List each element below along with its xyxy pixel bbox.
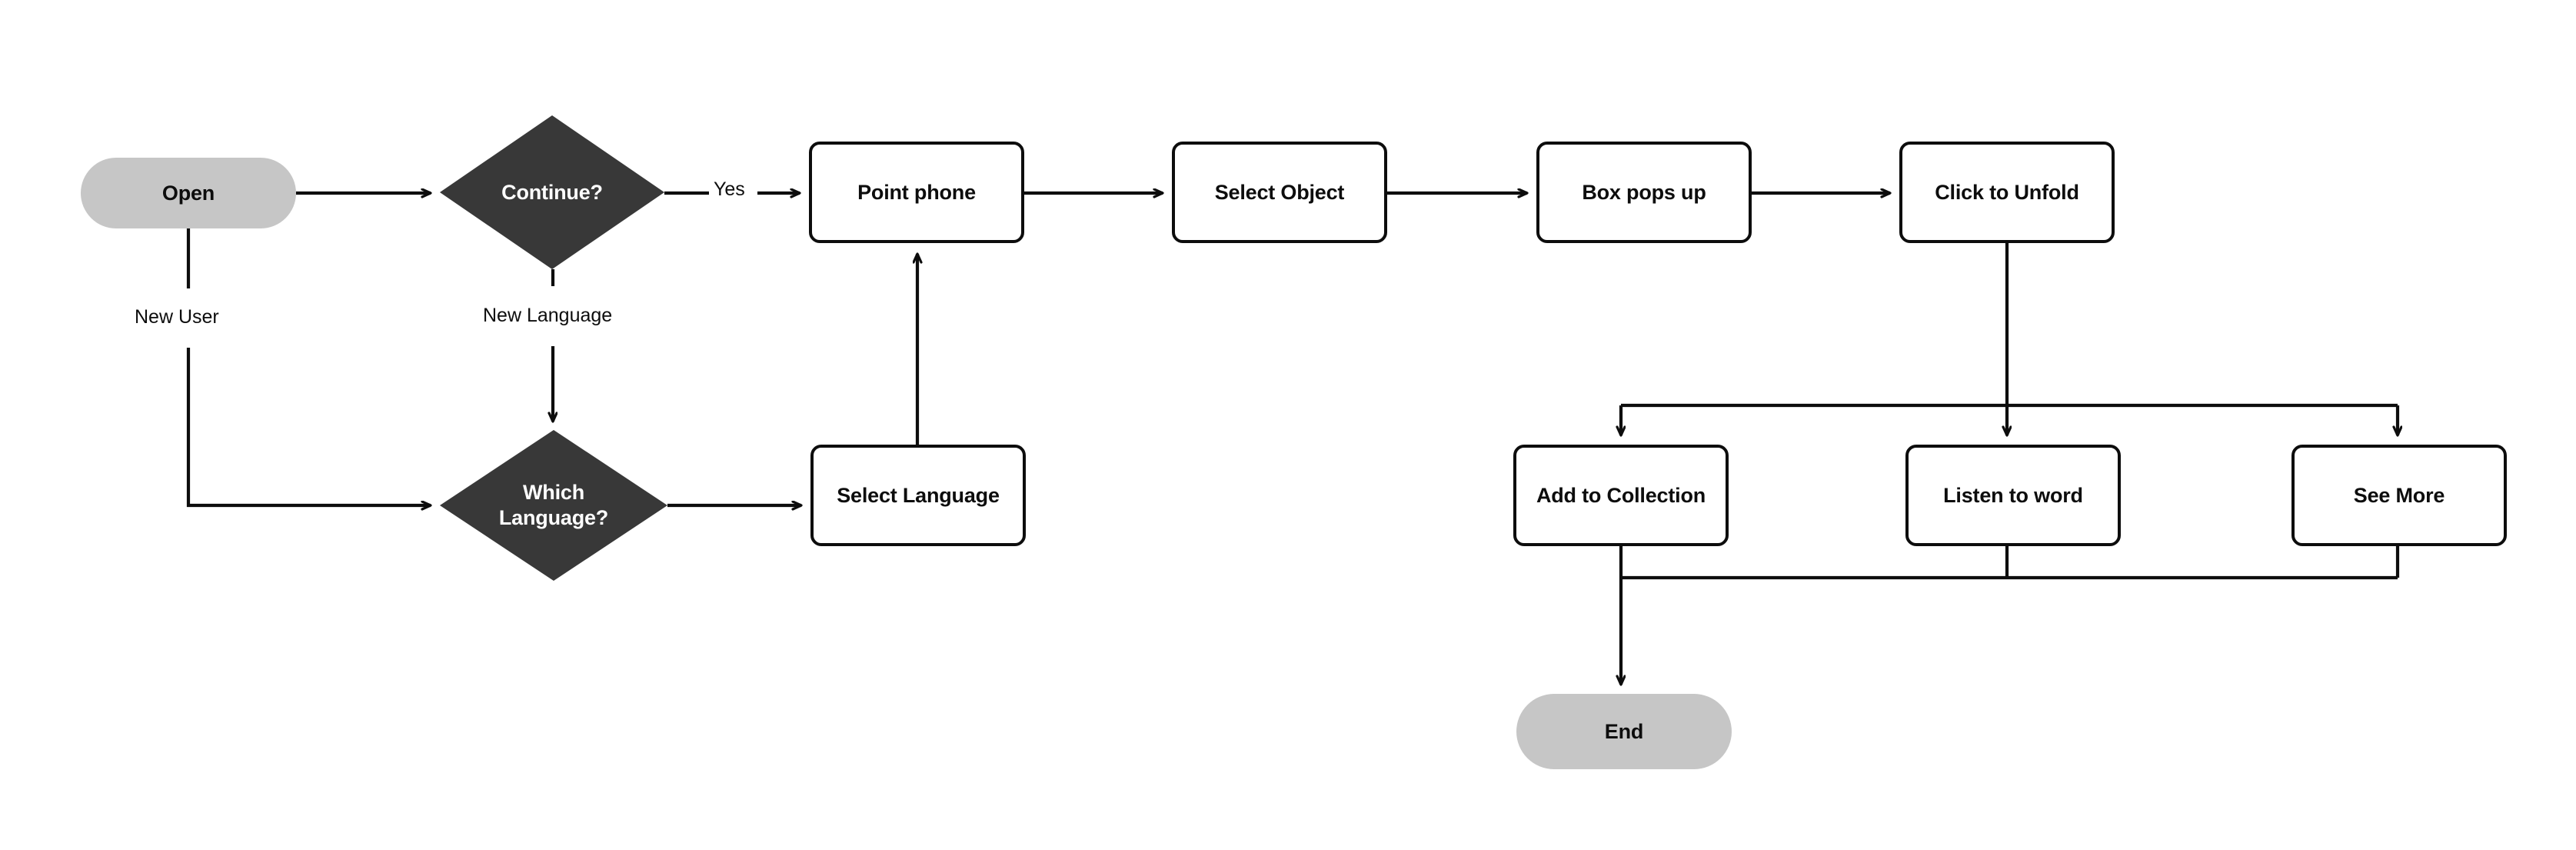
node-continue[interactable]: Continue?	[440, 115, 664, 269]
node-which-language[interactable]: Which Language?	[440, 430, 667, 581]
flowchart-canvas: Open Continue? Point phone Select Object…	[0, 0, 2576, 850]
node-add-to-collection-label: Add to Collection	[1536, 483, 1706, 507]
node-see-more-label: See More	[2353, 483, 2445, 507]
node-continue-label: Continue?	[501, 180, 603, 204]
node-select-object-label: Select Object	[1214, 180, 1345, 204]
node-listen-to-word-label: Listen to word	[1943, 483, 2083, 507]
node-select-object[interactable]: Select Object	[1172, 142, 1387, 243]
edge-layer	[186, 0, 2576, 850]
node-open-label: Open	[161, 181, 215, 205]
node-point-phone[interactable]: Point phone	[809, 142, 1024, 243]
node-add-to-collection[interactable]: Add to Collection	[1513, 445, 1729, 546]
edge-label-new-user: New User	[135, 306, 219, 328]
node-end[interactable]: End	[1516, 694, 1732, 769]
edge-label-new-language: New Language	[483, 305, 613, 326]
node-select-language[interactable]: Select Language	[810, 445, 1026, 546]
node-open[interactable]: Open	[81, 158, 296, 228]
node-box-pops-up-label: Box pops up	[1582, 180, 1706, 204]
node-select-language-label: Select Language	[837, 483, 1000, 507]
edge-label-yes: Yes	[714, 178, 745, 200]
node-click-to-unfold[interactable]: Click to Unfold	[1899, 142, 2115, 243]
node-box-pops-up[interactable]: Box pops up	[1536, 142, 1752, 243]
edge-open-to-which-language	[186, 228, 431, 505]
node-listen-to-word[interactable]: Listen to word	[1905, 445, 2121, 546]
node-end-label: End	[1604, 719, 1644, 743]
node-point-phone-label: Point phone	[857, 180, 976, 204]
node-click-to-unfold-label: Click to Unfold	[1935, 180, 2079, 204]
node-which-language-label: Which Language?	[498, 481, 609, 529]
node-see-more[interactable]: See More	[2291, 445, 2507, 546]
